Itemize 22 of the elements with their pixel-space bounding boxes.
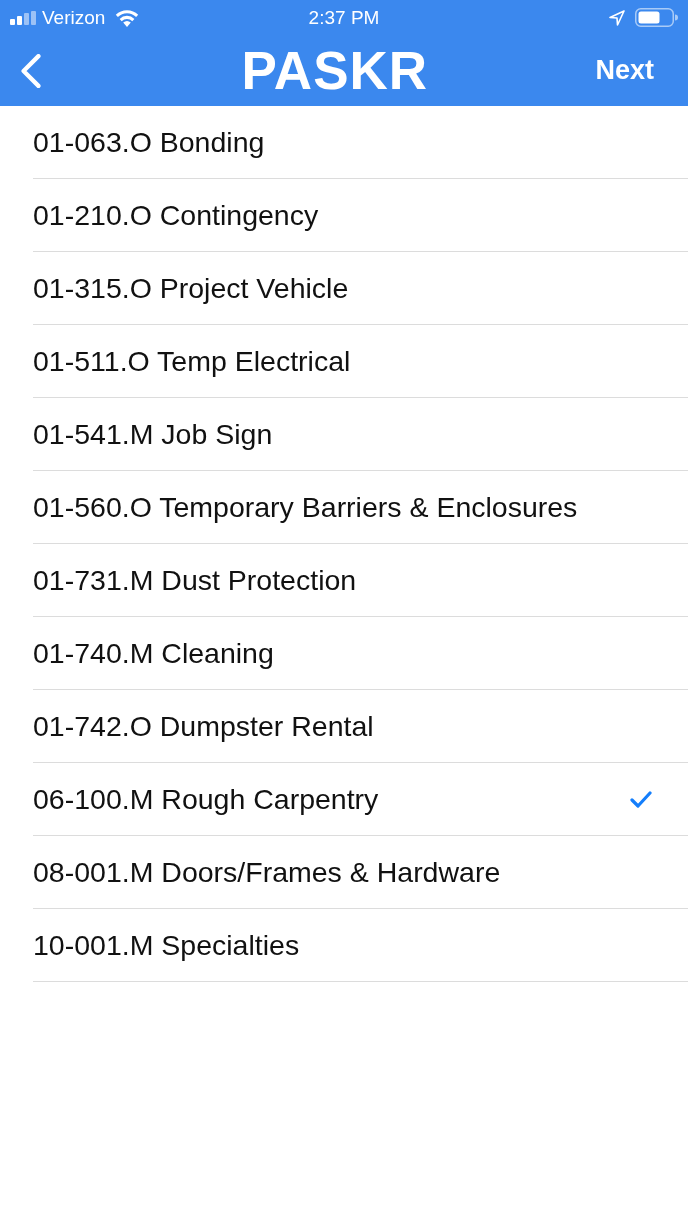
list-item[interactable]: 01-731.M Dust Protection: [33, 544, 688, 617]
list-item[interactable]: 01-511.O Temp Electrical: [33, 325, 688, 398]
list-item[interactable]: 01-210.O Contingency: [33, 179, 688, 252]
list-item[interactable]: 01-541.M Job Sign: [33, 398, 688, 471]
list-item[interactable]: 01-740.M Cleaning: [33, 617, 688, 690]
list-item[interactable]: 01-560.O Temporary Barriers & Enclosures: [33, 471, 688, 544]
signal-icon: [10, 10, 36, 25]
back-chevron-icon: [20, 53, 42, 88]
status-time: 2:37 PM: [308, 7, 380, 29]
location-arrow-icon: [609, 9, 625, 26]
list-item[interactable]: 01-063.O Bonding: [33, 106, 688, 179]
list-item[interactable]: 10-001.M Specialties: [33, 909, 688, 982]
list-item[interactable]: 08-001.M Doors/Frames & Hardware: [33, 836, 688, 909]
wifi-icon: [115, 8, 140, 27]
carrier-name: Verizon: [42, 6, 106, 29]
list-item[interactable]: 01-315.O Project Vehicle: [33, 252, 688, 325]
list-item[interactable]: 06-100.M Rough Carpentry: [33, 763, 688, 836]
battery-icon: [635, 8, 678, 27]
app-logo: PASKR: [241, 40, 429, 101]
back-button[interactable]: [20, 53, 42, 88]
next-button[interactable]: Next: [595, 55, 654, 86]
list-item[interactable]: 01-742.O Dumpster Rental: [33, 690, 688, 763]
